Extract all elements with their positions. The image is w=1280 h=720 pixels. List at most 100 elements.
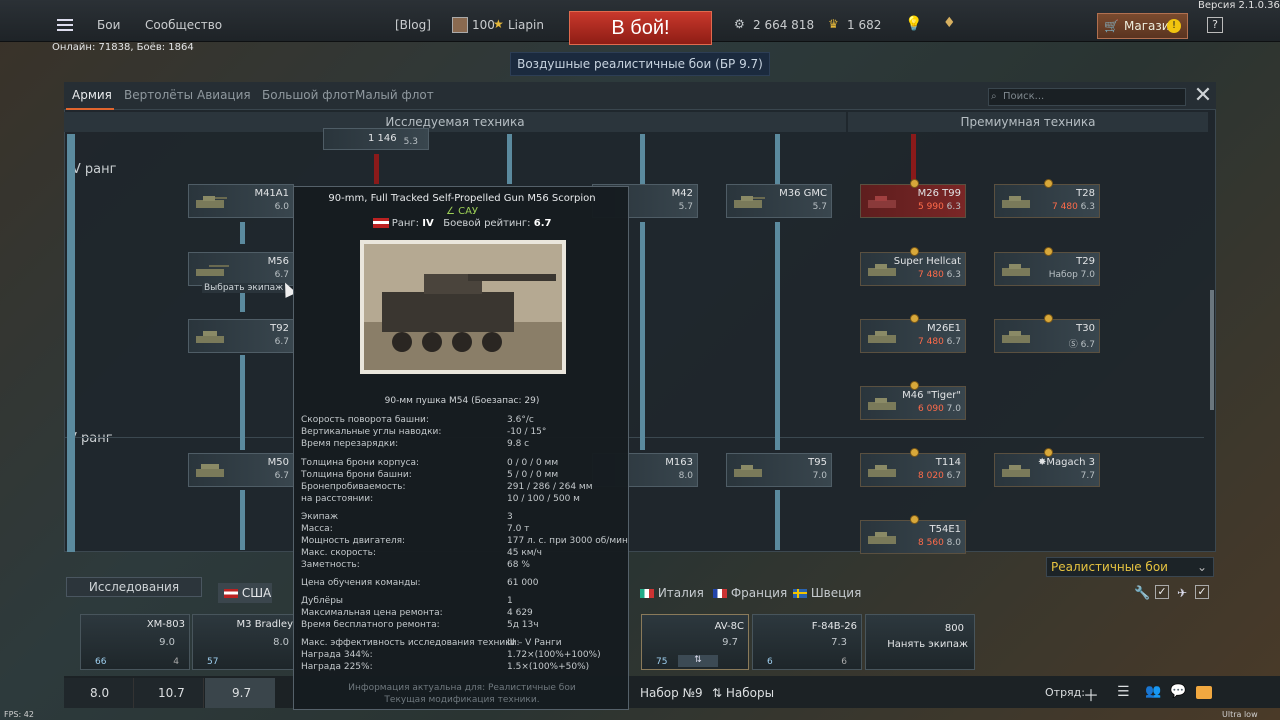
search-input[interactable]: ⌕ Поиск...: [988, 88, 1186, 106]
wrench-icon[interactable]: 🔧: [1134, 586, 1150, 601]
tooltip-stat-row: Максимальная цена ремонта: 4 629: [301, 608, 627, 619]
stat-value: 5д 13ч: [507, 620, 539, 630]
vehicle-br: 8.0: [678, 471, 693, 481]
preset-name[interactable]: Набор №9: [640, 686, 703, 700]
tab-bluewater-fleet[interactable]: Большой флот: [262, 88, 355, 102]
vehicle-name: M26 T99: [917, 188, 961, 199]
battle-mode-select[interactable]: Реалистичные бои ⌄: [1046, 557, 1214, 577]
tank-icon: [193, 191, 229, 213]
vehicle-br: 5.3: [403, 137, 418, 147]
tank-icon: [999, 191, 1035, 213]
silver-lions-icon: ⚙: [734, 17, 745, 31]
list-icon[interactable]: ☰: [1117, 684, 1130, 700]
crew-slot-m3-bradley[interactable]: M3 Bradley 8.0 57: [192, 614, 298, 670]
tank-icon: [731, 460, 767, 482]
shop-button[interactable]: 🛒 Магазин !: [1097, 13, 1188, 39]
tree-connector: [240, 490, 245, 550]
vehicle-card-m46-tiger[interactable]: M46 "Tiger" 6 090 7.0: [860, 381, 966, 420]
help-button[interactable]: ?: [1207, 17, 1223, 33]
tab-aviation[interactable]: Авиация: [197, 88, 251, 102]
rank-iv-label: IV ранг: [68, 162, 117, 177]
menu-icon[interactable]: [57, 19, 73, 31]
vehicle-card-super-hellcat[interactable]: Super Hellcat 7 480 6.3: [860, 247, 966, 286]
vehicle-card-t30[interactable]: T30 Ⓢ 6.7: [994, 314, 1100, 353]
tab-coastal-fleet[interactable]: Малый флот: [355, 88, 434, 102]
stat-value: 9.8 с: [507, 439, 530, 449]
vehicle-price-br: 5 990 6.3: [918, 202, 961, 212]
vehicle-card-t92[interactable]: T92 6.7: [188, 319, 294, 353]
hire-crew-slot[interactable]: 800 Нанять экипаж: [865, 614, 975, 670]
chat-icon[interactable]: 💬: [1170, 684, 1186, 699]
stat-label: Вертикальные углы наводки:: [301, 427, 442, 437]
squadron-icon[interactable]: ✈: [1177, 586, 1187, 600]
vehicle-name: M50: [267, 457, 289, 468]
lightbulb-icon[interactable]: 💡: [905, 16, 922, 32]
vehicle-card-t28[interactable]: T28 7 480 6.3: [994, 179, 1100, 218]
nation-tab-sweden[interactable]: Швеция: [793, 586, 861, 600]
player-level: 100: [472, 18, 495, 32]
game-mode-selector[interactable]: Воздушные реалистичные бои (БР 9.7): [510, 52, 770, 76]
tooltip-stat-row: Бронепробиваемость: 291 / 286 / 264 мм: [301, 482, 627, 493]
tooltip-stat-row: на расстоянии: 10 / 100 / 500 м: [301, 494, 627, 505]
check-icon[interactable]: ✓: [1155, 585, 1169, 599]
scrollbar[interactable]: [1210, 290, 1214, 410]
vehicle-card-m56[interactable]: M56 6.7: [188, 252, 294, 286]
tab-army-underline: [66, 108, 114, 110]
blog-link[interactable]: [Blog]: [395, 18, 431, 32]
vehicle-card-m26-t99[interactable]: M26 T99 5 990 6.3: [860, 179, 966, 218]
tree-connector: [240, 355, 245, 450]
vehicle-card-partial[interactable]: 1 146 5.3: [323, 128, 429, 150]
tooltip-stat-row: Вертикальные углы наводки: -10 / 15°: [301, 427, 627, 438]
stat-value: 3.6°/с: [507, 415, 534, 425]
tank-icon: [999, 326, 1035, 348]
vehicle-card-t29[interactable]: T29 Набор 7.0: [994, 247, 1100, 286]
presets-button[interactable]: ⇅ Наборы: [712, 686, 774, 700]
research-dropdown[interactable]: Исследования: [66, 577, 202, 597]
cart-icon: 🛒: [1104, 19, 1119, 33]
vehicle-name: M41A1: [254, 188, 289, 199]
nation-tab-italy[interactable]: Италия: [640, 586, 704, 600]
vehicle-card-magach-3[interactable]: ✸Magach 3 7.7: [994, 448, 1100, 487]
tab-helicopters[interactable]: Вертолёты: [124, 88, 193, 102]
tooltip-stat-row: Макс. скорость: 45 км/ч: [301, 548, 627, 559]
stat-label: Награда 344%:: [301, 650, 373, 660]
vehicle-card-m36-gmc[interactable]: M36 GMC 5.7: [726, 184, 832, 218]
select-crew-hint[interactable]: Выбрать экипаж: [202, 283, 286, 293]
premium-medal-icon: [1044, 179, 1053, 188]
usa-flag-icon: [372, 218, 389, 228]
avatar[interactable]: [452, 17, 468, 33]
rank-icon[interactable]: ♦: [943, 15, 956, 31]
crew-slot-f84b26[interactable]: F-84B-26 7.3 6 6: [752, 614, 862, 670]
close-icon[interactable]: ✕: [1190, 84, 1216, 108]
alert-icon: !: [1167, 19, 1181, 33]
nation-tab-france[interactable]: Франция: [713, 586, 787, 600]
nation-tab-usa[interactable]: США: [218, 583, 272, 603]
add-squad-icon[interactable]: ＋: [1083, 682, 1099, 706]
tab-army[interactable]: Армия: [72, 88, 112, 102]
vehicle-card-m26e1[interactable]: M26E1 7 480 6.7: [860, 314, 966, 353]
crew-slot-av8c[interactable]: AV-8C 9.7 75 ⇅: [641, 614, 749, 670]
check-icon[interactable]: ✓: [1195, 585, 1209, 599]
premium-medal-icon: [1044, 314, 1053, 323]
vehicle-name: T54E1: [929, 524, 961, 535]
stat-value: 4 629: [507, 608, 533, 618]
to-battle-button[interactable]: В бой!: [569, 11, 712, 45]
vehicle-card-t54e1[interactable]: T54E1 8 560 8.0: [860, 515, 966, 554]
vehicle-card-m41a1[interactable]: M41A1 6.0: [188, 184, 294, 218]
username[interactable]: Liapin: [508, 18, 544, 32]
stat-value: 5 / 0 / 0 мм: [507, 470, 559, 480]
vehicle-name: T30: [1076, 323, 1095, 334]
swap-icon[interactable]: ⇅: [678, 655, 718, 667]
community-menu[interactable]: Сообщество: [145, 18, 222, 32]
crew-slot-xm803[interactable]: XM-803 9.0 66 4: [80, 614, 190, 670]
mail-icon[interactable]: [1196, 686, 1212, 699]
vehicle-card-m50[interactable]: M50 6.7: [188, 453, 294, 487]
spare-count: 6: [841, 657, 847, 667]
preset-label: 9.7: [232, 686, 252, 700]
tooltip-stat-row: Заметность: 68 %: [301, 560, 627, 571]
vehicle-card-t95[interactable]: T95 7.0: [726, 453, 832, 487]
tooltip-stat-row: Время перезарядки: 9.8 с: [301, 439, 627, 450]
battles-menu[interactable]: Бои: [97, 18, 120, 32]
vehicle-card-t114[interactable]: T114 8 020 6.7: [860, 448, 966, 487]
friends-icon[interactable]: 👥: [1145, 684, 1161, 699]
